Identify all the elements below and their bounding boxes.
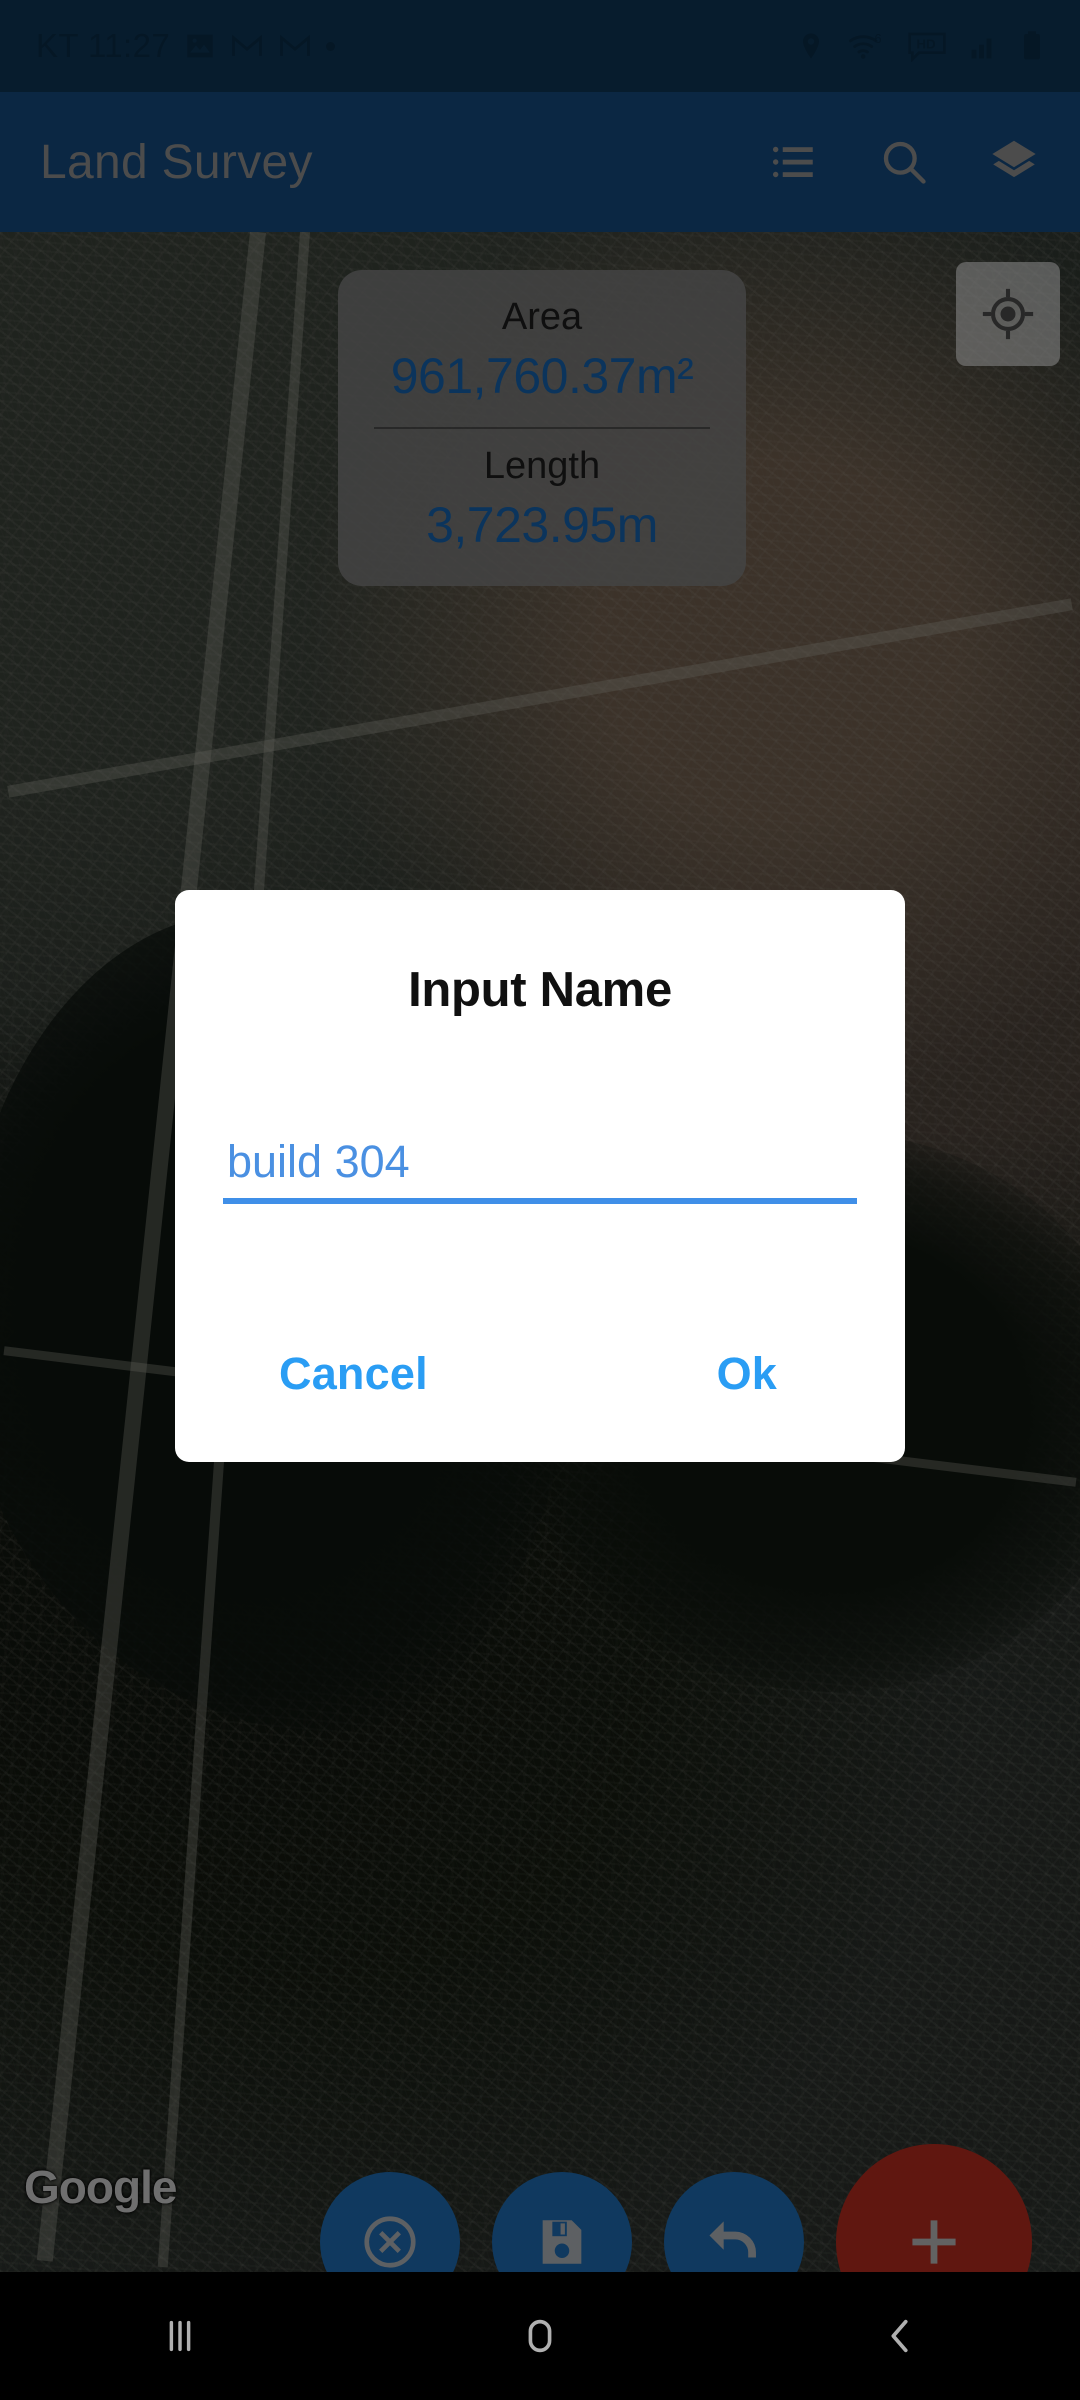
recents-icon <box>169 2320 191 2352</box>
dialog-title: Input Name <box>408 963 672 1017</box>
dialog-actions: Cancel Ok <box>223 1348 857 1400</box>
name-input[interactable] <box>223 1136 857 1198</box>
home-button[interactable] <box>470 2272 610 2400</box>
ok-button[interactable]: Ok <box>717 1348 777 1400</box>
input-name-dialog: Input Name Cancel Ok <box>175 890 905 1462</box>
name-input-underline <box>223 1198 857 1204</box>
cancel-button[interactable]: Cancel <box>279 1348 428 1400</box>
name-field-wrapper <box>223 1136 857 1204</box>
phone-screen: Google Area 961,760.37m² Length 3,723.95… <box>0 0 1080 2400</box>
android-nav-bar <box>0 2272 1080 2400</box>
recents-button[interactable] <box>110 2272 250 2400</box>
home-icon <box>528 2319 552 2353</box>
back-icon <box>891 2319 908 2353</box>
back-button[interactable] <box>830 2272 970 2400</box>
